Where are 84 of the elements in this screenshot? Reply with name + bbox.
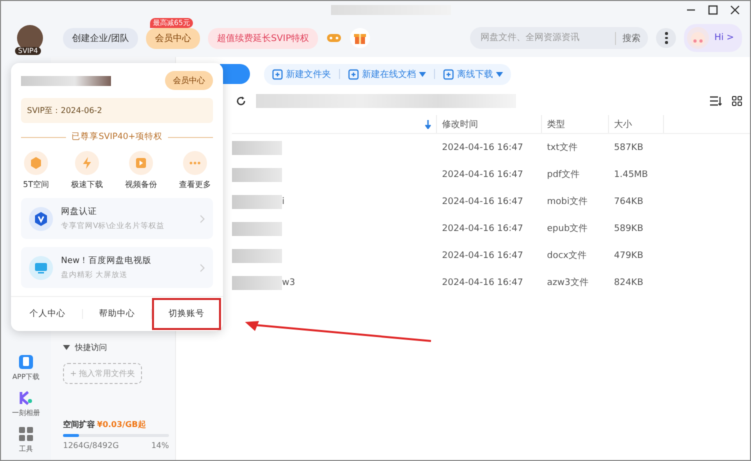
caret-icon (419, 72, 426, 76)
blurred-name (232, 248, 282, 262)
toolbar-button[interactable]: 新建文件夹 (272, 66, 331, 82)
menu-item[interactable]: 帮助中心 (82, 298, 152, 330)
table-cell-text: 764KB (613, 196, 644, 206)
vip-center-button[interactable]: 会员中心 (146, 28, 200, 48)
table-cell-text: txt文件 (546, 142, 578, 154)
table-cell-text: epub文件 (546, 222, 589, 235)
blurred-name (232, 194, 282, 208)
card-title: 网盘认证 (61, 206, 98, 218)
toolbar-button[interactable]: 新建在线文档 (348, 66, 426, 82)
box-icon (24, 151, 48, 175)
table-cell-text: 2024-04-16 16:47 (441, 250, 524, 260)
card-title: New！百度网盘电视版 (61, 255, 153, 267)
file-row[interactable]: 2024-04-16 16:47 txt文件 587KB (232, 134, 750, 161)
file-row[interactable]: w3 2024-04-16 16:47 azw3文件 824KB (232, 269, 750, 296)
renew-button[interactable]: 超值续费延长SVIP特权 (208, 28, 318, 48)
file-row[interactable]: 2024-04-16 16:47 docx文件 479KB (232, 242, 750, 269)
file-name: i (282, 196, 285, 206)
vip-center-button[interactable]: 会员中心 (165, 71, 213, 90)
assistant-button[interactable]: Hi > (684, 24, 742, 52)
sort-arrow-icon (425, 120, 431, 128)
blurred-name (232, 276, 282, 290)
menu-item[interactable]: 切换账号 (152, 298, 222, 330)
close-icon[interactable] (730, 5, 740, 15)
table-cell-text: 589KB (613, 224, 644, 234)
search-button[interactable]: 搜索 (615, 32, 640, 44)
file-row[interactable]: i 2024-04-16 16:47 mobi文件 764KB (232, 188, 750, 215)
table-cell-text: pdf文件 (546, 168, 581, 181)
table-cell-text: 587KB (613, 142, 644, 152)
create-team-button[interactable]: 创建企业/团队 (63, 28, 138, 48)
mascot-icon (686, 26, 710, 50)
more-icon (182, 151, 207, 175)
file-row[interactable]: 2024-04-16 16:47 pdf文件 1.45MB (232, 161, 750, 188)
album-icon (18, 390, 34, 406)
caret-icon[interactable] (63, 345, 70, 350)
maximize-icon[interactable] (708, 5, 718, 15)
feature-item[interactable]: 5T空间 (23, 151, 49, 190)
storage-percent: 14% (151, 441, 169, 450)
chevron-icon (200, 214, 205, 222)
privilege-title: 已尊享SVIP40+项特权 (72, 131, 162, 143)
column-header[interactable]: 类型 (542, 115, 609, 133)
feature-item[interactable]: 视频备份 (124, 151, 157, 190)
feature-item[interactable]: 极速下载 (70, 151, 103, 190)
v-shield-icon (29, 206, 53, 230)
refresh-icon[interactable] (236, 96, 246, 106)
video-icon (128, 151, 153, 175)
file-row[interactable]: 2024-04-16 16:47 epub文件 589KB (232, 215, 750, 242)
storage-usage: 1264G/8492G (63, 441, 119, 450)
sort-icon[interactable] (710, 96, 722, 106)
grid-icon (18, 426, 34, 442)
more-icon[interactable] (656, 28, 676, 48)
table-cell-text: docx文件 (546, 250, 588, 262)
table-cell-text: 2024-04-16 16:47 (441, 224, 524, 234)
upload-button[interactable] (220, 64, 250, 84)
expand-storage-label: 空间扩容 (63, 419, 95, 430)
table-cell-text: azw3文件 (546, 276, 590, 289)
table-cell-text: 824KB (613, 278, 644, 288)
search-field[interactable]: 网盘文件、全网资源资讯 搜索 (470, 27, 648, 49)
toolbar-button[interactable]: 离线下载 (443, 66, 503, 82)
table-cell-text: 2024-04-16 16:47 (441, 170, 524, 180)
menu-item[interactable]: 个人中心 (13, 298, 82, 330)
table-cell-text: 2024-04-16 16:47 (441, 278, 524, 288)
column-header[interactable]: 大小 (609, 115, 664, 133)
gift-icon[interactable] (353, 31, 367, 45)
phone-icon (18, 354, 34, 370)
blurred-name (232, 140, 282, 154)
blurred-name (232, 222, 282, 236)
chevron-icon (200, 264, 205, 272)
feature-item[interactable]: 查看更多 (178, 151, 211, 190)
table-cell-text: 2024-04-16 16:47 (441, 142, 524, 152)
expiry-text: SVIP至：2024-06-2 (21, 98, 213, 123)
table-cell-text: 2024-04-16 16:47 (441, 196, 524, 206)
blurred-name (232, 168, 282, 182)
table-cell-text: mobi文件 (546, 196, 588, 208)
file-name: w3 (282, 278, 296, 288)
grid-view-icon[interactable] (732, 96, 742, 106)
quick-access-title: 快捷访问 (75, 342, 107, 353)
table-cell-text: 1.45MB (613, 170, 649, 180)
caret-icon (496, 72, 503, 76)
lightning-icon (74, 151, 99, 175)
table-cell-text: 479KB (613, 250, 644, 260)
column-header[interactable]: 修改时间 (437, 115, 542, 133)
tv-icon (29, 256, 53, 280)
